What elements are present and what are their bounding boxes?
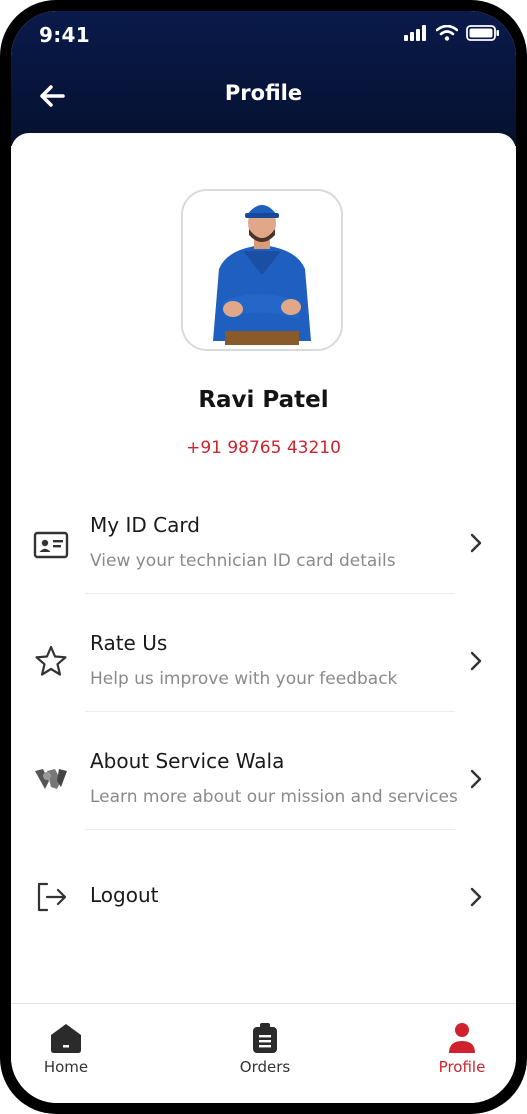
menu-item-subtitle: Help us improve with your feedback [90, 669, 398, 689]
user-icon [449, 1023, 475, 1053]
chevron-right-icon [470, 651, 482, 671]
chevron-right-icon [470, 887, 482, 907]
id-card-icon [33, 531, 69, 559]
nav-orders[interactable]: Orders [210, 1022, 320, 1076]
menu-item-title: Logout [90, 883, 159, 907]
menu-item-title: About Service Wala [90, 749, 285, 773]
profile-content: Ravi Patel +91 98765 43210 My ID Card Vi… [11, 133, 516, 1003]
avatar [181, 189, 343, 351]
profile-phone: +91 98765 43210 [186, 438, 341, 458]
chevron-right-icon [470, 769, 482, 789]
nav-label: Orders [239, 1058, 291, 1076]
menu-item-title: Rate Us [90, 631, 168, 655]
profile-name: Ravi Patel [198, 387, 329, 413]
menu-item-subtitle: Learn more about our mission and service… [90, 787, 458, 807]
menu-item-title: My ID Card [90, 513, 200, 537]
wifi-icon [436, 25, 458, 41]
divider [85, 711, 455, 712]
home-icon [51, 1024, 81, 1053]
profile-header: 9:41 Profile [11, 11, 516, 146]
bottom-nav: Home Orders Profile [11, 1003, 516, 1103]
divider [85, 829, 455, 830]
menu-item-logout[interactable]: Logout [11, 847, 516, 965]
menu-item-subtitle: View your technician ID card details [90, 551, 396, 571]
star-icon [35, 645, 67, 676]
screen: 9:41 Profile Ravi Patel +91 98765 43210 … [11, 11, 516, 1103]
technician-photo [183, 191, 341, 349]
nav-home[interactable]: Home [11, 1022, 121, 1076]
divider [85, 593, 455, 594]
signal-icon [404, 25, 426, 41]
status-icons [404, 25, 500, 41]
nav-profile[interactable]: Profile [407, 1022, 516, 1076]
service-wala-logo-icon [35, 769, 67, 789]
logout-icon [37, 882, 67, 912]
nav-label: Profile [438, 1058, 486, 1076]
phone-frame: 9:41 Profile Ravi Patel +91 98765 43210 … [0, 0, 527, 1114]
status-time: 9:41 [39, 23, 90, 47]
clipboard-icon [253, 1023, 277, 1053]
page-title: Profile [224, 81, 303, 105]
chevron-right-icon [470, 533, 482, 553]
battery-icon [466, 25, 499, 41]
nav-label: Home [43, 1058, 89, 1076]
